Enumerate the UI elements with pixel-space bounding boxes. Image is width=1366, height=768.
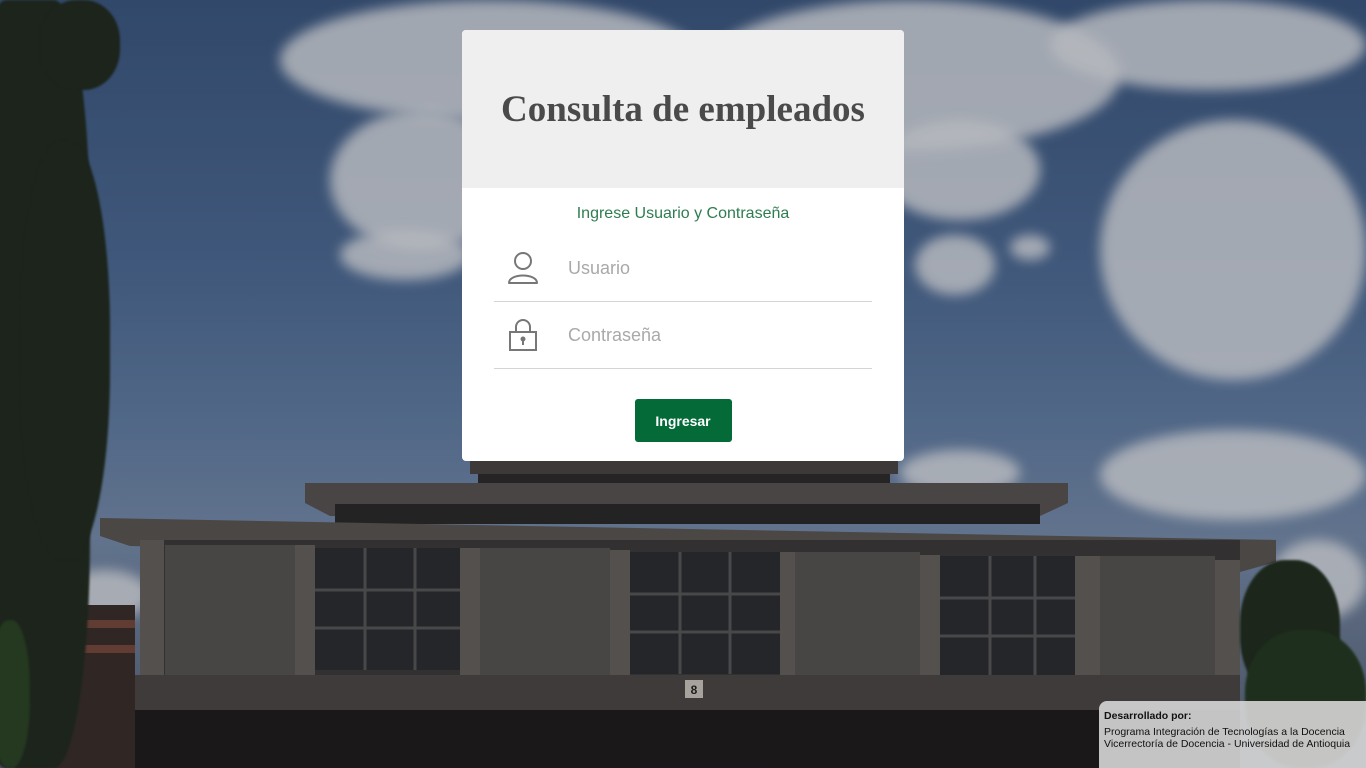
credits-heading: Desarrollado por:	[1104, 710, 1192, 722]
password-row	[494, 302, 872, 369]
username-input[interactable]	[566, 256, 860, 280]
login-instructions: Ingrese Usuario y Contraseña	[576, 205, 790, 222]
credits-line: Programa Integración de Tecnologías a la…	[1104, 726, 1345, 738]
password-input[interactable]	[566, 323, 860, 347]
username-row	[494, 235, 872, 302]
lock-icon	[507, 317, 539, 353]
credits-line: Vicerrectoría de Docencia - Universidad …	[1104, 738, 1351, 750]
login-button[interactable]: Ingresar	[634, 399, 732, 442]
login-card: Consulta de empleados Ingrese Usuario y …	[462, 30, 904, 461]
user-icon	[507, 250, 539, 286]
login-card-header: Consulta de empleados	[462, 30, 904, 188]
credits-box: Desarrollado por: Programa Integración d…	[1099, 701, 1366, 768]
page-title: Consulta de empleados	[501, 88, 865, 130]
